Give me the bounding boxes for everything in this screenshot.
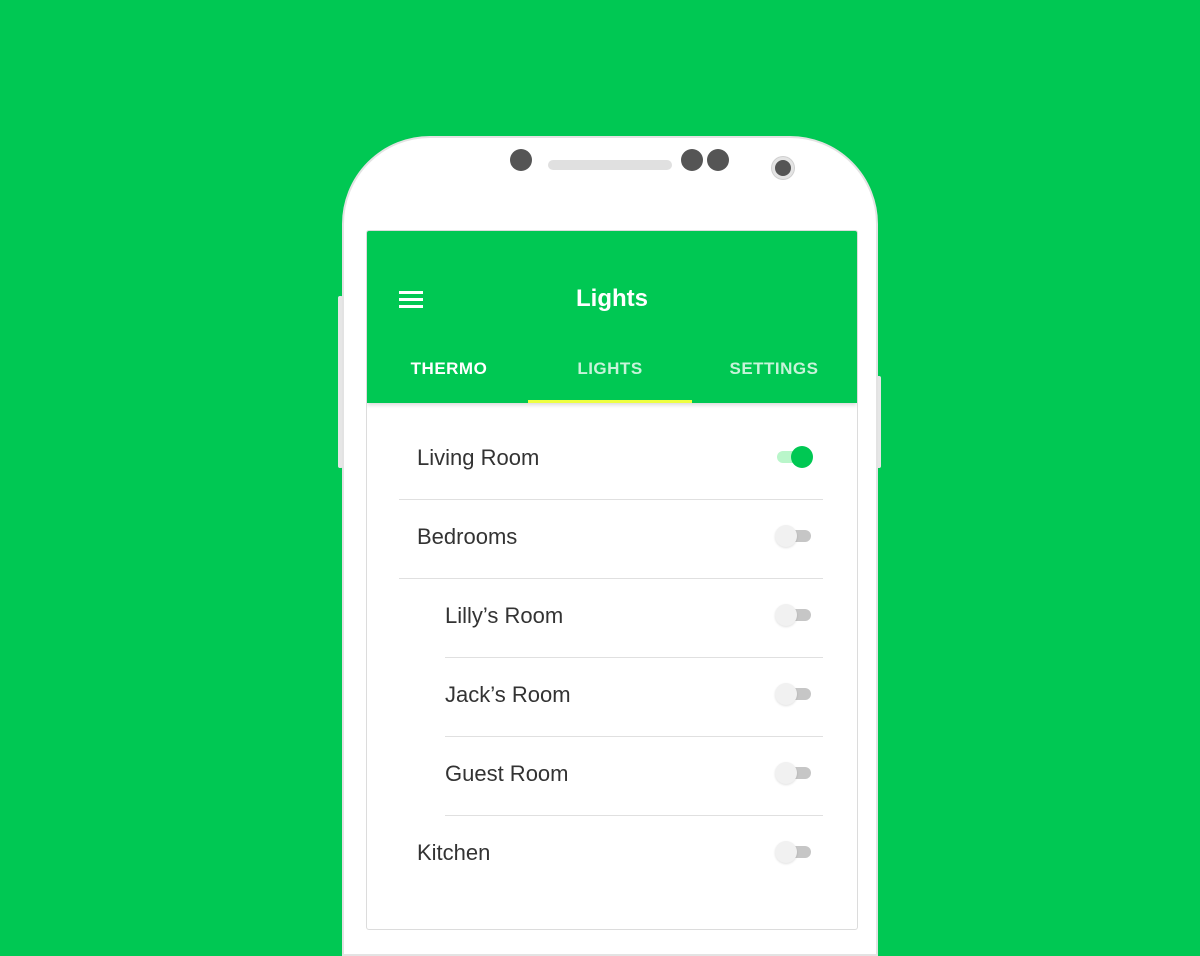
earpiece-speaker <box>548 160 672 170</box>
list-item-label: Jack’s Room <box>445 682 571 707</box>
tab-lights[interactable]: LIGHTS <box>528 359 692 379</box>
list-item-jacks-room: Jack’s Room <box>445 658 823 737</box>
light-toggle-switch[interactable] <box>775 840 813 864</box>
front-camera-icon <box>772 157 794 179</box>
page-title: Lights <box>576 285 648 312</box>
list-item-label: Lilly’s Room <box>445 603 564 628</box>
light-sensor-icon <box>707 149 729 171</box>
list-item-lillys-room: Lilly’s Room <box>445 579 823 658</box>
list-item-label: Bedrooms <box>417 524 518 549</box>
proximity-sensor-icon <box>510 149 532 171</box>
tab-thermo[interactable]: THERMO <box>367 359 531 379</box>
light-toggle-switch[interactable] <box>775 445 813 469</box>
app-bar: Lights THERMO LIGHTS SETTINGS <box>367 231 857 403</box>
list-item-kitchen: Kitchen <box>399 816 823 895</box>
light-sensor-icon <box>681 149 703 171</box>
list-item-guest-room: Guest Room <box>445 737 823 816</box>
tab-settings[interactable]: SETTINGS <box>692 359 856 379</box>
list-item-living-room: Living Room <box>399 421 823 500</box>
light-toggle-switch[interactable] <box>775 682 813 706</box>
list-item-label: Living Room <box>417 445 540 470</box>
list-item-bedrooms: Bedrooms <box>399 500 823 579</box>
tab-indicator <box>528 400 692 403</box>
list-item-label: Kitchen <box>417 840 491 865</box>
app-screen: Lights THERMO LIGHTS SETTINGS Living Roo… <box>366 230 858 930</box>
list-item-label: Guest Room <box>445 761 569 786</box>
light-toggle-switch[interactable] <box>775 603 813 627</box>
light-toggle-switch[interactable] <box>775 761 813 785</box>
light-toggle-switch[interactable] <box>775 524 813 548</box>
